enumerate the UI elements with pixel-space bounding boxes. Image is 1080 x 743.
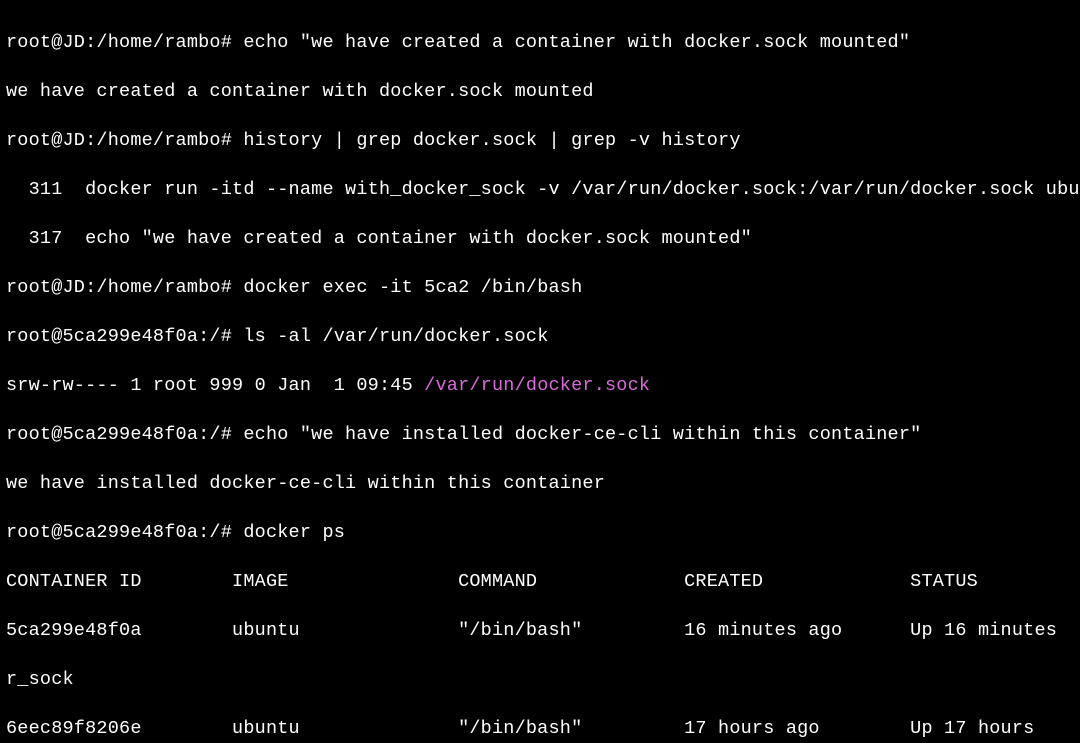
prompt: root@5ca299e48f0a:/#: [6, 326, 243, 347]
command: docker exec -it 5ca2 /bin/bash: [243, 277, 582, 298]
output: 311 docker run -itd --name with_docker_s…: [6, 178, 1074, 203]
output: we have created a container with docker.…: [6, 80, 1074, 105]
ls-output: srw-rw---- 1 root 999 0 Jan 1 09:45: [6, 375, 424, 396]
command: echo "we have created a container with d…: [243, 32, 910, 53]
prompt: root@5ca299e48f0a:/#: [6, 424, 243, 445]
prompt: root@JD:/home/rambo#: [6, 32, 243, 53]
line: root@JD:/home/rambo# history | grep dock…: [6, 129, 1074, 154]
line: root@5ca299e48f0a:/# docker ps: [6, 521, 1074, 546]
table-row: 6eec89f8206e ubuntu "/bin/bash" 17 hours…: [6, 717, 1074, 742]
ps-header: CONTAINER ID IMAGE COMMAND CREATED STATU…: [6, 570, 1074, 595]
command: history | grep docker.sock | grep -v his…: [243, 130, 740, 151]
command: docker ps: [243, 522, 345, 543]
line: root@5ca299e48f0a:/# ls -al /var/run/doc…: [6, 325, 1074, 350]
line: root@JD:/home/rambo# echo "we have creat…: [6, 31, 1074, 56]
command: echo "we have installed docker-ce-cli wi…: [243, 424, 921, 445]
prompt: root@JD:/home/rambo#: [6, 277, 243, 298]
prompt: root@JD:/home/rambo#: [6, 130, 243, 151]
output: srw-rw---- 1 root 999 0 Jan 1 09:45 /var…: [6, 374, 1074, 399]
command: ls -al /var/run/docker.sock: [243, 326, 548, 347]
table-row: r_sock: [6, 668, 1074, 693]
line: root@JD:/home/rambo# docker exec -it 5ca…: [6, 276, 1074, 301]
prompt: root@5ca299e48f0a:/#: [6, 522, 243, 543]
output: 317 echo "we have created a container wi…: [6, 227, 1074, 252]
line: root@5ca299e48f0a:/# echo "we have insta…: [6, 423, 1074, 448]
socket-path: /var/run/docker.sock: [424, 375, 650, 396]
table-row: 5ca299e48f0a ubuntu "/bin/bash" 16 minut…: [6, 619, 1074, 644]
output: we have installed docker-ce-cli within t…: [6, 472, 1074, 497]
terminal[interactable]: root@JD:/home/rambo# echo "we have creat…: [0, 0, 1080, 743]
